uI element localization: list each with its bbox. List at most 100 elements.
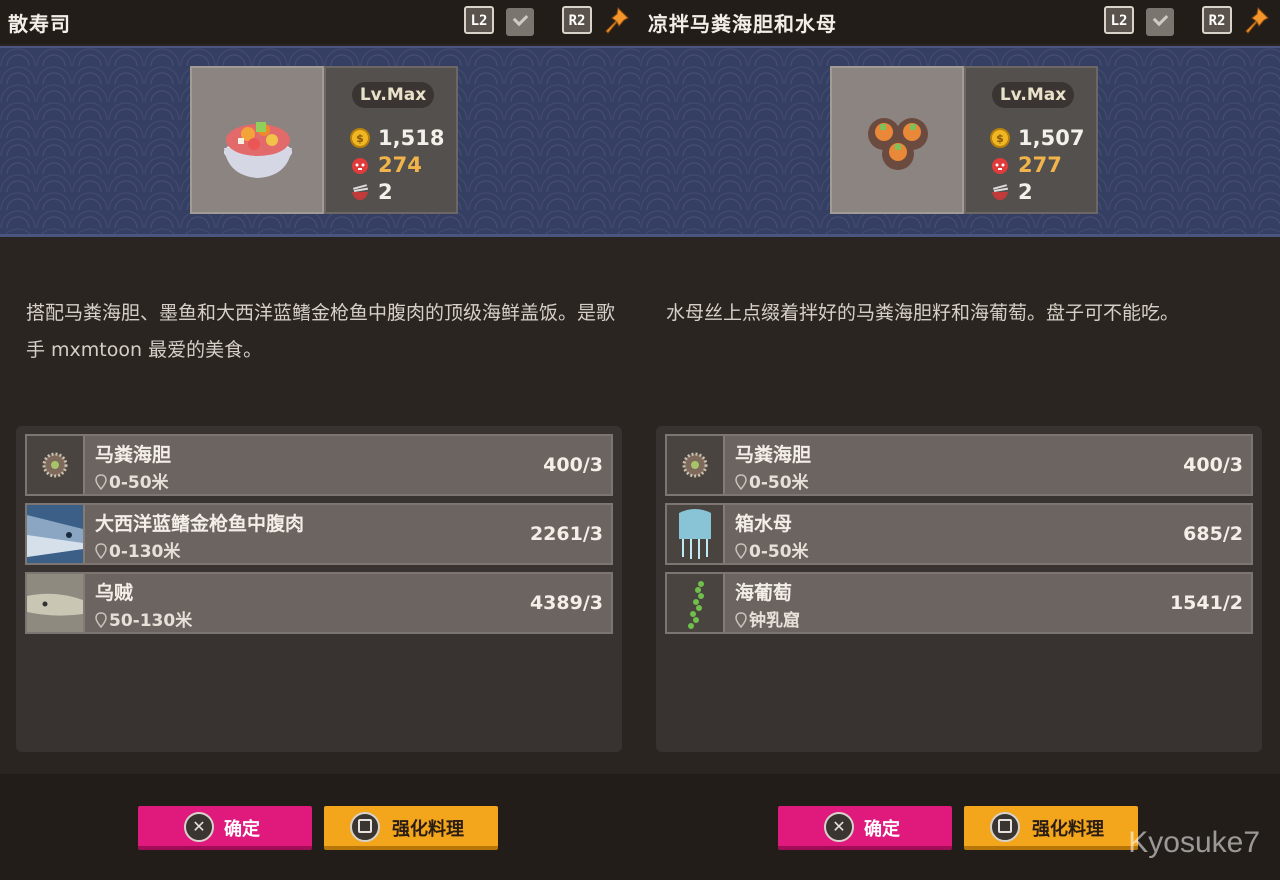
bowl-icon: [352, 184, 369, 200]
location-pin-icon: [95, 474, 107, 490]
ingredient-list: 马粪海胆 0-50米 400/3 大西洋蓝鳍金枪鱼中腹肉 0-130米 2261…: [16, 426, 622, 752]
location-text: 钟乳窟: [749, 611, 800, 631]
location-text: 0-50米: [749, 473, 809, 493]
urchin-jellyfish-dish-icon: [868, 118, 928, 170]
squid-icon: [27, 574, 85, 632]
location-pin-icon: [95, 612, 107, 628]
enhance-button[interactable]: 强化料理: [964, 806, 1138, 850]
title-bar: 散寿司 L2 R2: [0, 0, 640, 44]
ingredient-row[interactable]: 马粪海胆 0-50米 400/3: [25, 434, 613, 496]
chirashi-bowl-icon: [224, 122, 292, 178]
r2-button[interactable]: R2: [562, 6, 592, 34]
dish-stats: Lv.Max $ 1,518 274 2: [324, 66, 458, 214]
ingredient-location: 0-50米: [735, 468, 809, 493]
location-text: 0-50米: [109, 473, 169, 493]
ingredient-count: 685/2: [1183, 523, 1243, 545]
confirm-label: 确定: [864, 819, 900, 840]
footer-bar: ✕ 确定 强化料理: [0, 774, 640, 880]
location-text: 0-130米: [109, 542, 181, 562]
servings-value: 2: [1018, 180, 1033, 204]
taste-value: 277: [1018, 153, 1062, 177]
ingredient-name: 马粪海胆: [735, 444, 812, 466]
location-pin-icon: [735, 543, 747, 559]
recipe-description: 搭配马粪海胆、墨鱼和大西洋蓝鳍金枪鱼中腹肉的顶级海鲜盖饭。是歌手 mxmtoon…: [26, 302, 616, 361]
coin-icon: $: [350, 128, 370, 148]
ingredient-location: 50-130米: [95, 606, 192, 631]
box-jellyfish-icon: [667, 505, 725, 563]
svg-text:$: $: [996, 132, 1004, 145]
coin-icon: $: [990, 128, 1010, 148]
ingredient-name: 马粪海胆: [95, 444, 172, 466]
taste-value: 274: [378, 153, 422, 177]
enhance-label: 强化料理: [1032, 819, 1104, 840]
recipe-title: 散寿司: [8, 12, 71, 36]
enhance-label: 强化料理: [392, 819, 464, 840]
level-badge: Lv.Max: [352, 82, 434, 108]
ingredient-row[interactable]: 箱水母 0-50米 685/2: [665, 503, 1253, 565]
location-pin-icon: [95, 543, 107, 559]
l2-button[interactable]: L2: [1104, 6, 1134, 34]
ingredient-name: 箱水母: [735, 513, 793, 535]
checkbox-icon[interactable]: [1146, 8, 1174, 36]
dish-stats: Lv.Max $ 1,507 277 2: [964, 66, 1098, 214]
cross-circle-icon: ✕: [184, 812, 214, 842]
taste-stat: 277: [990, 152, 1100, 178]
ingredient-row[interactable]: 乌贼 50-130米 4389/3: [25, 572, 613, 634]
sea-urchin-icon: [667, 436, 725, 494]
gold-stat: $ 1,518: [350, 125, 460, 151]
recipe-panel-right: 凉拌马粪海胆和水母 L2 R2 Lv.Max $ 1,507 277 2 水母丝…: [640, 0, 1280, 880]
ingredient-count: 400/3: [1183, 454, 1243, 476]
gold-value: 1,507: [1018, 126, 1085, 150]
location-pin-icon: [735, 612, 747, 628]
dish-banner: Lv.Max $ 1,507 277 2: [640, 46, 1280, 237]
flame-face-icon: [992, 158, 1008, 174]
r2-button[interactable]: R2: [1202, 6, 1232, 34]
ingredient-location: 钟乳窟: [735, 606, 800, 631]
location-text: 0-50米: [749, 542, 809, 562]
taste-stat: 274: [350, 152, 460, 178]
ingredient-location: 0-50米: [735, 537, 809, 562]
square-circle-icon: [990, 812, 1020, 842]
checkbox-icon[interactable]: [506, 8, 534, 36]
recipe-panel-left: 散寿司 L2 R2 Lv.Max $ 1,518 274 2 搭配马粪海胆、墨鱼…: [0, 0, 640, 880]
ingredient-row[interactable]: 海葡萄 钟乳窟 1541/2: [665, 572, 1253, 634]
recipe-description: 水母丝上点缀着拌好的马粪海胆籽和海葡萄。盘子可不能吃。: [666, 302, 1180, 324]
ingredient-name: 乌贼: [95, 582, 134, 604]
pushpin-icon[interactable]: [1244, 6, 1270, 36]
ingredient-count: 4389/3: [529, 592, 603, 614]
square-circle-icon: [350, 812, 380, 842]
cross-circle-icon: ✕: [824, 812, 854, 842]
l2-button[interactable]: L2: [464, 6, 494, 34]
pushpin-icon[interactable]: [604, 6, 630, 36]
ingredient-row[interactable]: 马粪海胆 0-50米 400/3: [665, 434, 1253, 496]
ingredient-row[interactable]: 大西洋蓝鳍金枪鱼中腹肉 0-130米 2261/3: [25, 503, 613, 565]
bluefin-tuna-icon: [27, 505, 85, 563]
dish-banner: Lv.Max $ 1,518 274 2: [0, 46, 640, 237]
dish-image: [190, 66, 324, 214]
watermark: Kyosuke7: [1128, 826, 1260, 859]
bowl-icon: [992, 184, 1009, 200]
ingredient-location: 0-50米: [95, 468, 169, 493]
svg-text:$: $: [356, 132, 364, 145]
sea-grapes-icon: [667, 574, 725, 632]
enhance-button[interactable]: 强化料理: [324, 806, 498, 850]
ingredient-list: 马粪海胆 0-50米 400/3 箱水母 0-50米 685/2 海葡萄 钟乳窟: [656, 426, 1262, 752]
flame-face-icon: [352, 158, 368, 174]
dish-card: Lv.Max $ 1,518 274 2: [190, 66, 460, 214]
location-text: 50-130米: [109, 611, 193, 631]
confirm-button[interactable]: ✕ 确定: [778, 806, 952, 850]
ingredient-count: 2261/3: [529, 523, 603, 545]
sea-urchin-icon: [27, 436, 85, 494]
confirm-button[interactable]: ✕ 确定: [138, 806, 312, 850]
confirm-label: 确定: [224, 819, 260, 840]
gold-stat: $ 1,507: [990, 125, 1100, 151]
ingredient-count: 400/3: [543, 454, 603, 476]
gold-value: 1,518: [378, 126, 445, 150]
ingredient-name: 大西洋蓝鳍金枪鱼中腹肉: [95, 513, 305, 535]
title-bar: 凉拌马粪海胆和水母 L2 R2: [640, 0, 1280, 44]
servings-value: 2: [378, 180, 393, 204]
servings-stat: 2: [990, 179, 1100, 205]
ingredient-location: 0-130米: [95, 537, 180, 562]
level-badge: Lv.Max: [992, 82, 1074, 108]
ingredient-count: 1541/2: [1169, 592, 1243, 614]
